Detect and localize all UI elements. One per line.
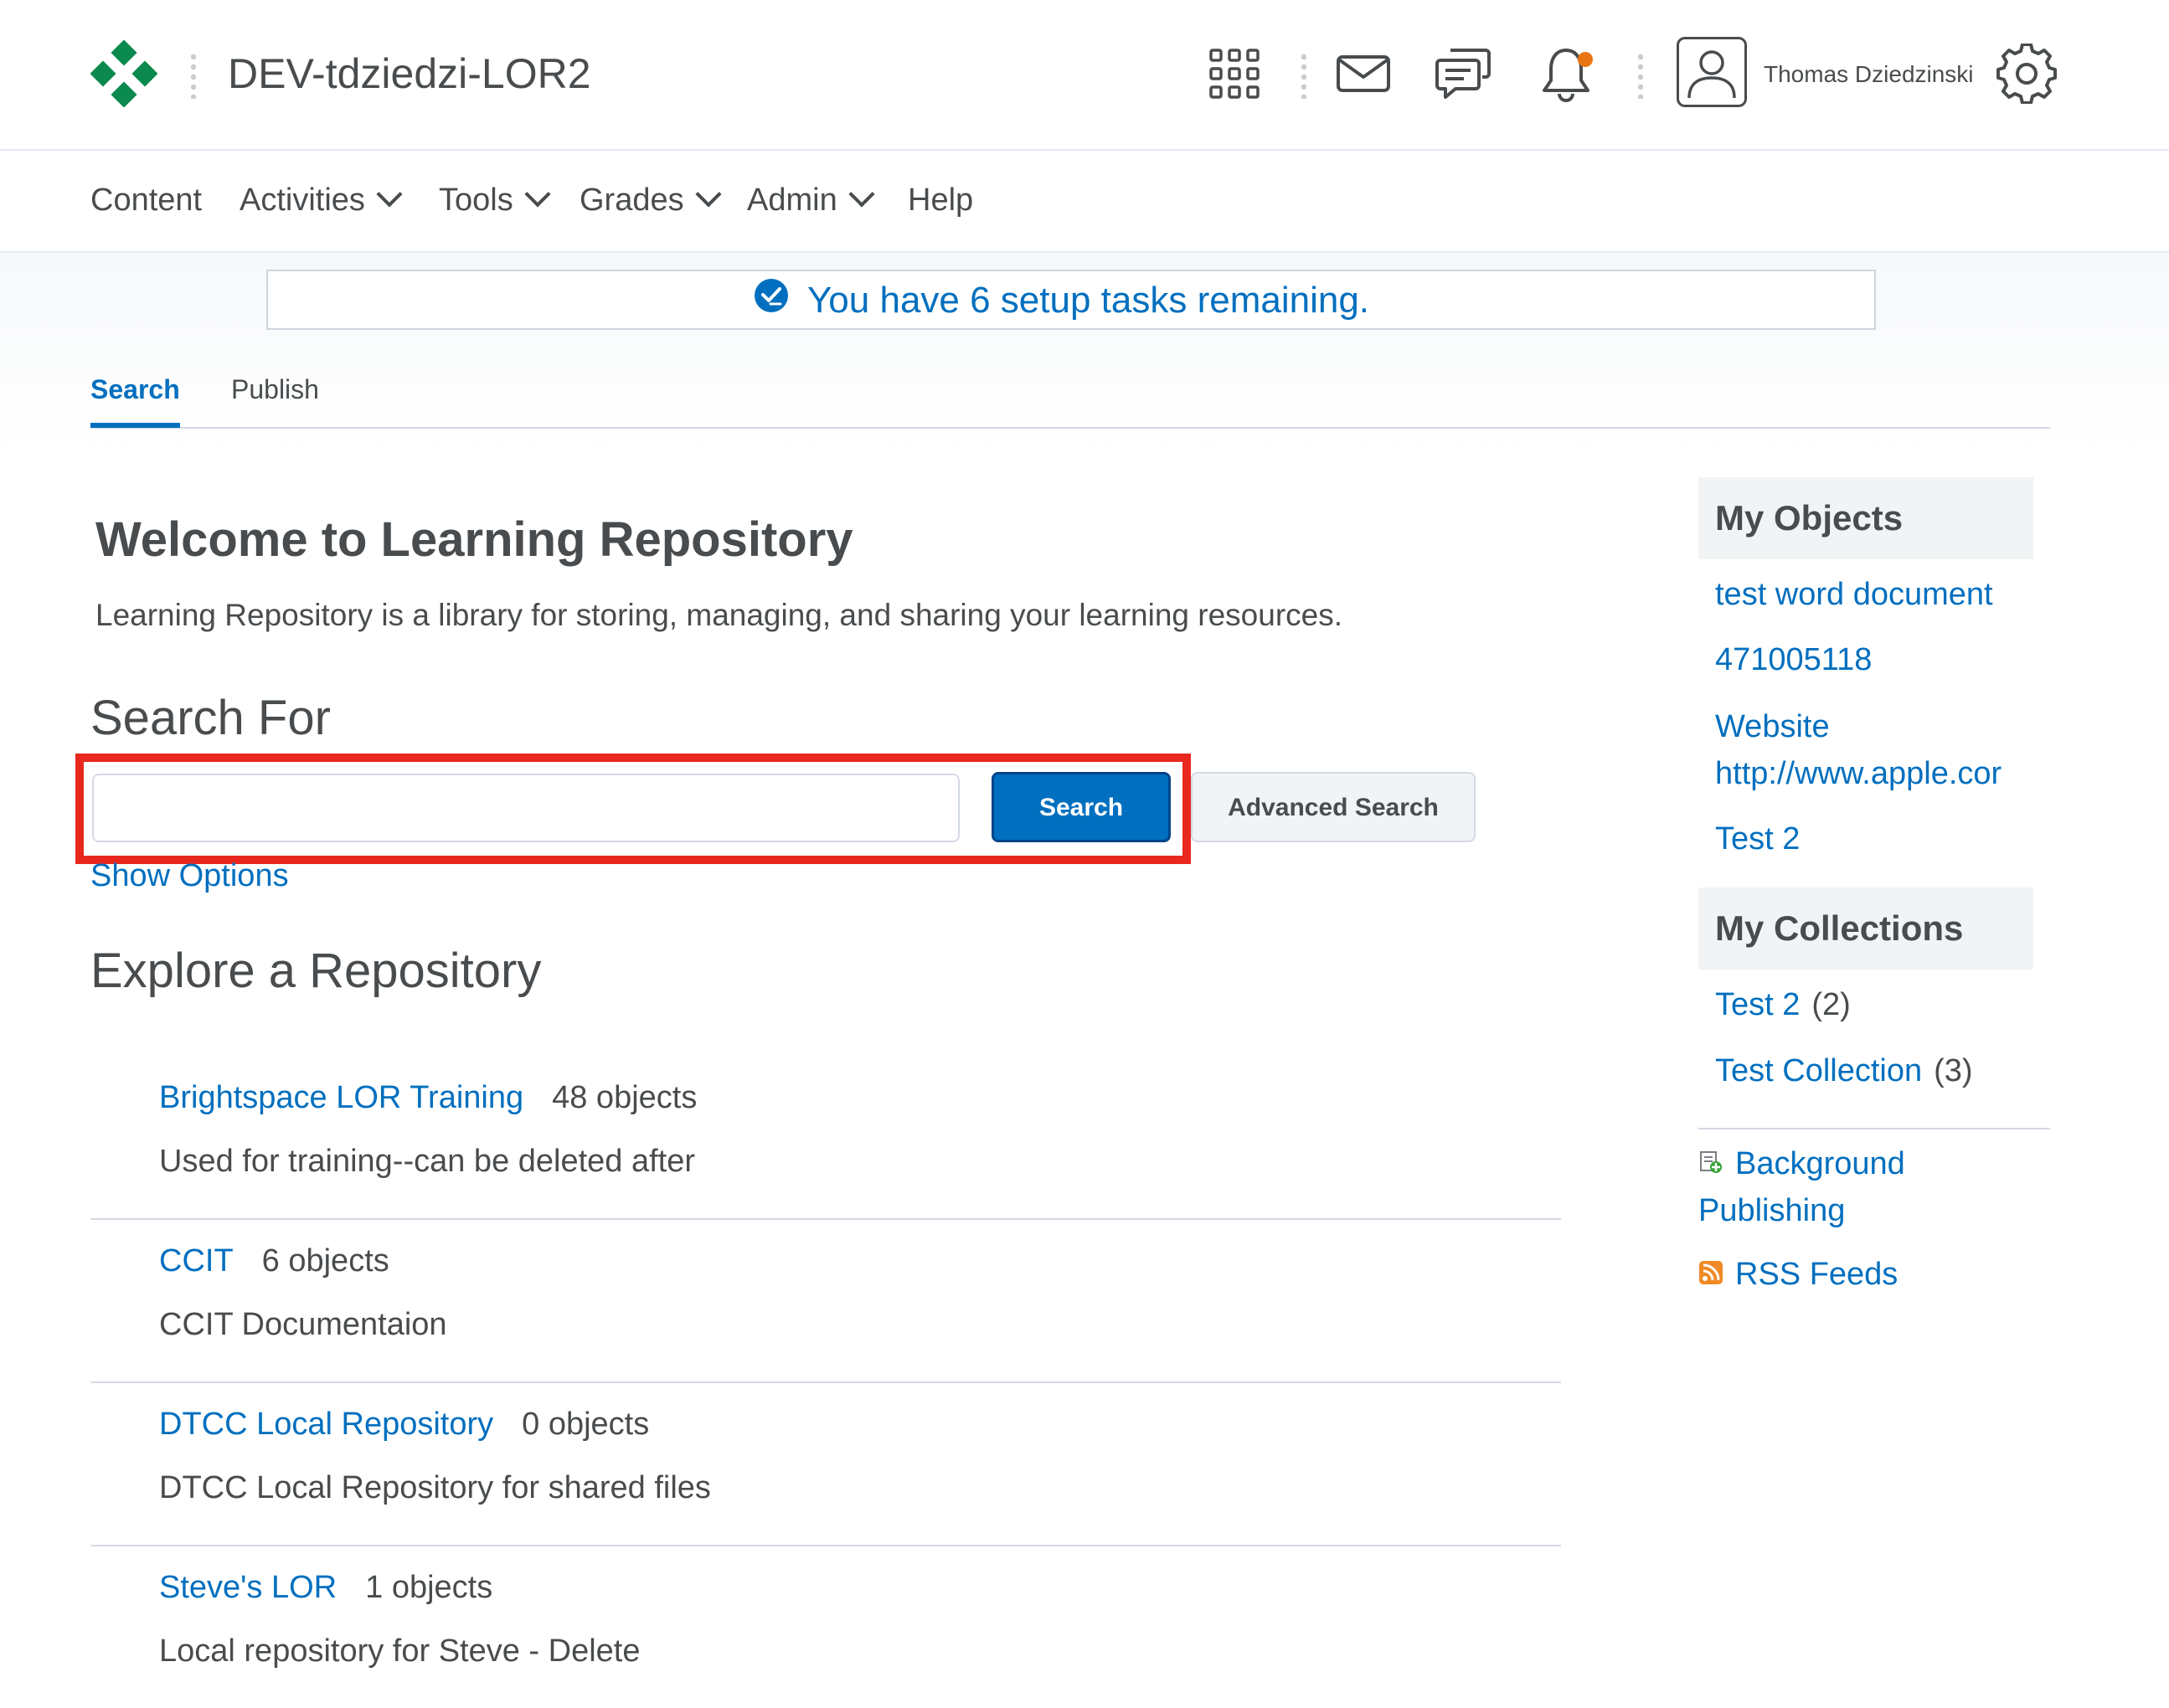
nav-label: Content (90, 183, 203, 218)
nav-label: Admin (747, 183, 837, 218)
repository-link[interactable]: Brightspace LOR Training (159, 1080, 523, 1115)
tab-bar: Search Publish (90, 368, 2050, 429)
list-item: CCIT 6 objects CCIT Documentaion (90, 1220, 1561, 1383)
repository-list: Brightspace LOR Training 48 objects Used … (90, 1057, 1561, 1708)
search-heading: Search For (90, 691, 331, 745)
repository-description: CCIT Documentaion (159, 1307, 447, 1342)
repository-link[interactable]: CCIT (159, 1243, 234, 1278)
mail-icon[interactable] (1333, 44, 1394, 104)
header-divider (1638, 52, 1643, 99)
repository-description: DTCC Local Repository for shared files (159, 1470, 711, 1505)
rss-feeds-link[interactable]: RSS Feeds (1698, 1251, 1898, 1298)
my-objects-heading: My Objects (1698, 477, 2033, 559)
chevron-down-icon (524, 181, 551, 208)
nav-label: Activities (240, 183, 365, 218)
nav-tools[interactable]: Tools (439, 179, 551, 221)
collection-item: Test Collection (3) (1715, 1047, 1973, 1094)
highlight-box (75, 754, 1191, 864)
course-nav: Content Activities Tools Grades Admin He… (0, 151, 2169, 253)
object-count: 1 objects (365, 1570, 493, 1605)
list-item: Steve's LOR 1 objects Local repository fo… (90, 1546, 1561, 1708)
collection-count: (2) (1811, 987, 1851, 1022)
background-publishing-link-line2[interactable]: Publishing (1698, 1187, 1845, 1234)
list-item: DTCC Local Repository 0 objects DTCC Loca… (90, 1383, 1561, 1546)
advanced-search-button[interactable]: Advanced Search (1191, 772, 1476, 842)
repository-link[interactable]: DTCC Local Repository (159, 1407, 493, 1442)
chevron-down-icon (695, 181, 722, 208)
user-name[interactable]: Thomas Dziedzinski (1764, 60, 1974, 89)
sidebar-divider (1698, 1128, 2050, 1129)
collection-link[interactable]: Test Collection (1715, 1053, 1922, 1088)
my-object-link[interactable]: Website (1715, 703, 1830, 750)
background-publishing-icon (1700, 1150, 1722, 1173)
org-title[interactable]: DEV-tdziedzi-LOR2 (228, 49, 591, 99)
my-object-link[interactable]: http://www.apple.cor (1715, 750, 2002, 797)
rss-icon (1699, 1260, 1723, 1284)
nav-content[interactable]: Content (90, 179, 202, 221)
page: DEV-tdziedzi-LOR2 Thomas Dziedzinski Con… (0, 0, 2169, 1677)
collection-item: Test 2 (2) (1715, 981, 1851, 1028)
nav-label: Help (908, 183, 974, 218)
top-header: DEV-tdziedzi-LOR2 Thomas Dziedzinski (0, 0, 2169, 151)
collection-link[interactable]: Test 2 (1715, 987, 1800, 1022)
welcome-description: Learning Repository is a library for sto… (95, 598, 1342, 632)
checklist-icon (755, 279, 788, 312)
background-publishing-link[interactable]: Background (1698, 1140, 1905, 1187)
page-title: Welcome to Learning Repository (95, 512, 853, 567)
explore-heading: Explore a Repository (90, 944, 542, 998)
my-object-link[interactable]: 471005118 (1715, 636, 1872, 683)
setup-tasks-banner[interactable]: You have 6 setup tasks remaining. (266, 270, 1876, 330)
object-count: 6 objects (261, 1243, 389, 1278)
chevron-down-icon (848, 181, 875, 208)
my-object-link[interactable]: test word document (1715, 571, 1993, 618)
object-count: 48 objects (552, 1080, 698, 1115)
nav-label: Grades (580, 183, 684, 218)
waffle-icon[interactable] (1204, 44, 1265, 104)
chat-icon[interactable] (1434, 44, 1494, 104)
nav-label: Tools (439, 183, 513, 218)
nav-admin[interactable]: Admin (747, 179, 875, 221)
collection-count: (3) (1934, 1053, 1973, 1088)
repository-description: Local repository for Steve - Delete (159, 1633, 641, 1669)
tab-search[interactable]: Search (90, 368, 180, 428)
background-publishing-label: Background (1735, 1146, 1905, 1181)
setup-tasks-text: You have 6 setup tasks remaining. (807, 280, 1370, 321)
header-divider (1301, 52, 1306, 99)
tab-publish[interactable]: Publish (231, 368, 319, 410)
object-count: 0 objects (522, 1407, 650, 1442)
header-divider (191, 52, 196, 99)
my-collections-heading: My Collections (1698, 887, 2033, 970)
show-options-link[interactable]: Show Options (90, 852, 289, 899)
gear-icon[interactable] (1996, 44, 2057, 104)
chevron-down-icon (376, 181, 403, 208)
nav-grades[interactable]: Grades (580, 179, 722, 221)
nav-help[interactable]: Help (908, 179, 973, 221)
notification-dot (1578, 52, 1593, 67)
repository-description: Used for training--can be deleted after (159, 1144, 696, 1179)
nav-activities[interactable]: Activities (240, 179, 403, 221)
rss-feeds-label: RSS Feeds (1735, 1257, 1899, 1292)
list-item: Brightspace LOR Training 48 objects Used … (90, 1057, 1561, 1220)
avatar[interactable] (1677, 37, 1747, 107)
my-object-link[interactable]: Test 2 (1715, 815, 1800, 862)
repository-link[interactable]: Steve's LOR (159, 1570, 337, 1605)
brightspace-logo[interactable] (90, 40, 157, 107)
